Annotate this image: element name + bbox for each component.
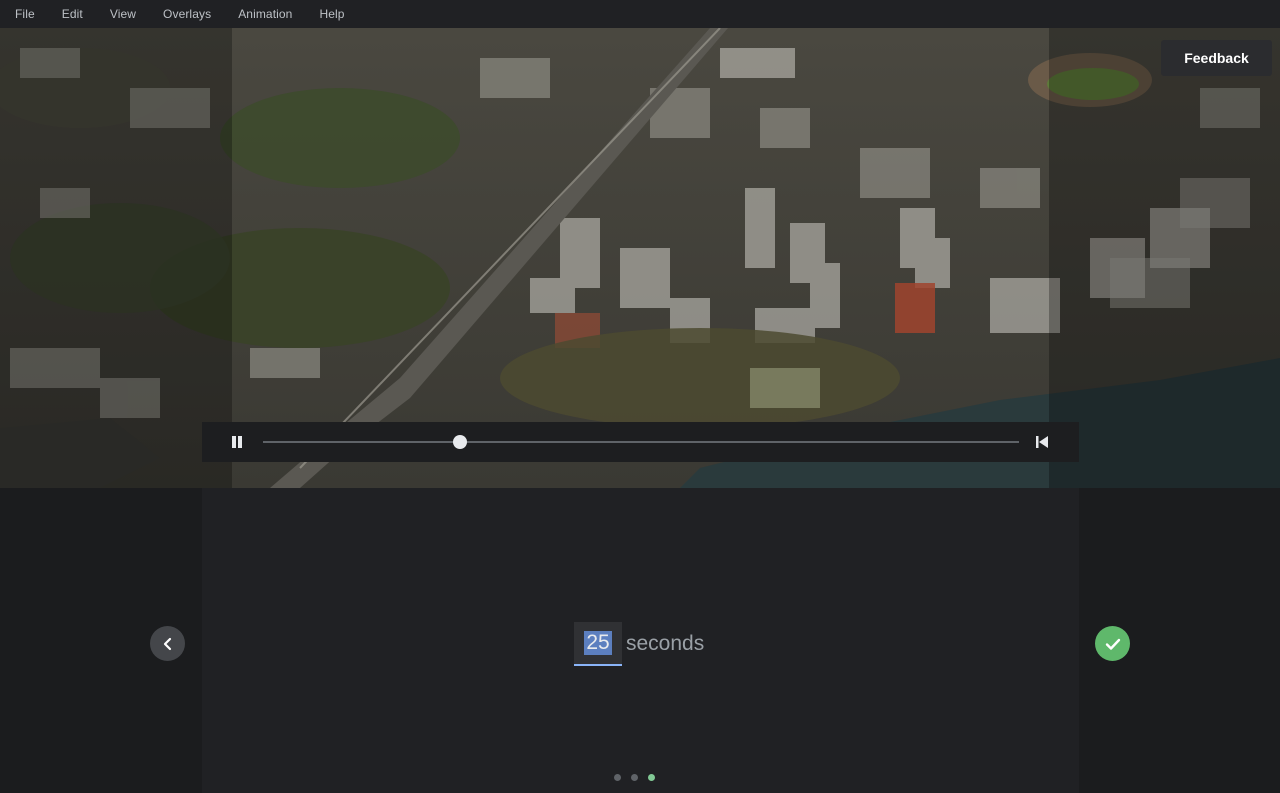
menu-edit[interactable]: Edit — [62, 7, 83, 21]
playback-bar — [202, 422, 1079, 462]
viewport-dim-left — [0, 28, 232, 488]
back-button[interactable] — [150, 626, 185, 661]
checkmark-icon — [1105, 638, 1120, 650]
pager-dot[interactable] — [631, 774, 638, 781]
menu-view[interactable]: View — [110, 7, 136, 21]
pager-dot[interactable] — [614, 774, 621, 781]
timeline-track[interactable] — [263, 441, 1019, 443]
map-viewport[interactable] — [0, 28, 1280, 488]
menu-help[interactable]: Help — [319, 7, 344, 21]
duration-panel: 25 seconds — [202, 488, 1079, 793]
duration-input[interactable]: 25 — [574, 622, 622, 666]
confirm-button[interactable] — [1095, 626, 1130, 661]
skip-to-start-icon[interactable] — [1035, 435, 1049, 449]
timeline-thumb[interactable] — [452, 435, 467, 449]
duration-value[interactable]: 25 — [584, 631, 612, 655]
duration-unit-label: seconds — [626, 632, 705, 655]
app-window: File Edit View Overlays Animation Help F… — [0, 0, 1280, 793]
duration-field-group: 25 seconds — [574, 622, 704, 666]
menu-animation[interactable]: Animation — [238, 7, 292, 21]
viewport-dim-right — [1049, 28, 1280, 488]
chevron-left-icon — [163, 637, 171, 650]
step-pager — [614, 774, 665, 781]
menu-overlays[interactable]: Overlays — [163, 7, 211, 21]
pager-dot[interactable] — [648, 774, 655, 781]
pause-icon[interactable] — [230, 435, 244, 449]
menu-file[interactable]: File — [15, 7, 35, 21]
feedback-button[interactable]: Feedback — [1161, 40, 1272, 76]
menu-bar: File Edit View Overlays Animation Help — [0, 0, 1280, 28]
